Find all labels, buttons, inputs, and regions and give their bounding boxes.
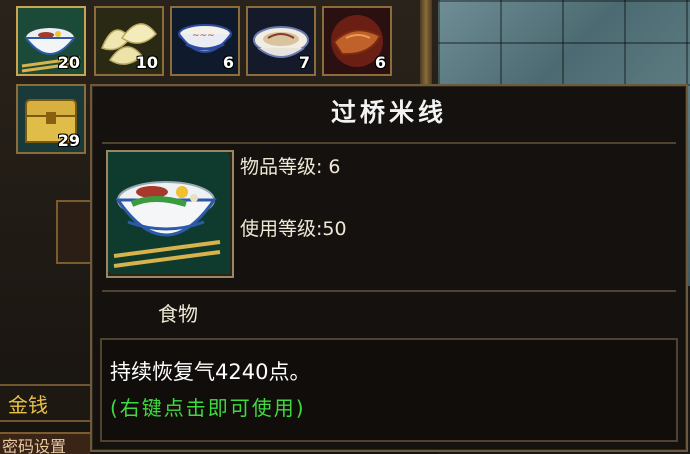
item-image: [106, 150, 234, 278]
password-setting-button[interactable]: 密码设置: [0, 432, 90, 454]
use-level-label: 使用等级:: [240, 218, 323, 240]
use-level-row: 使用等级:50: [240, 214, 347, 241]
item-tooltip: 过桥米线 物品等级: 6 使用等级:50 食物 持续恢复气4240点。 (右键点击…: [90, 84, 688, 452]
usage-hint-text: (右键点击即可使用): [110, 396, 306, 420]
slot-count: 10: [135, 53, 158, 72]
item-type: 食物: [158, 302, 198, 326]
slot-count: 6: [222, 53, 234, 72]
inventory-slot-soup-bowl[interactable]: 7: [246, 6, 316, 76]
use-level-value: 50: [322, 218, 347, 240]
inventory-frame-border: [420, 0, 432, 88]
inventory-slot-dumplings[interactable]: 10: [94, 6, 164, 76]
divider: [102, 290, 676, 292]
slot-count: 6: [374, 53, 386, 72]
gold-label: 金钱: [0, 384, 90, 422]
inventory-slot-blue-porcelain-bowl[interactable]: ~~~ 6: [170, 6, 240, 76]
inventory-slot-roasted-meat[interactable]: 6: [322, 6, 392, 76]
slot-count: 7: [298, 53, 310, 72]
crossing-bridge-noodles-icon: [108, 152, 228, 272]
svg-text:~~~: ~~~: [192, 31, 215, 41]
game-world-floor: [438, 0, 690, 86]
description-box: 持续恢复气4240点。 (右键点击即可使用): [100, 338, 678, 442]
item-level-label: 物品等级:: [240, 156, 323, 178]
item-effect-text: 持续恢复气4240点。: [110, 360, 311, 384]
slot-count: 29: [57, 131, 80, 150]
item-level-row: 物品等级: 6: [240, 152, 341, 179]
divider: [102, 142, 676, 144]
inventory-slot-noodle-bowl[interactable]: 20: [16, 6, 86, 76]
inventory-slot-treasure-chest[interactable]: 29: [16, 84, 86, 154]
item-name: 过桥米线: [330, 98, 447, 127]
item-level-value: 6: [328, 156, 341, 178]
side-bag-button[interactable]: [56, 200, 94, 264]
slot-count: 20: [57, 53, 80, 72]
